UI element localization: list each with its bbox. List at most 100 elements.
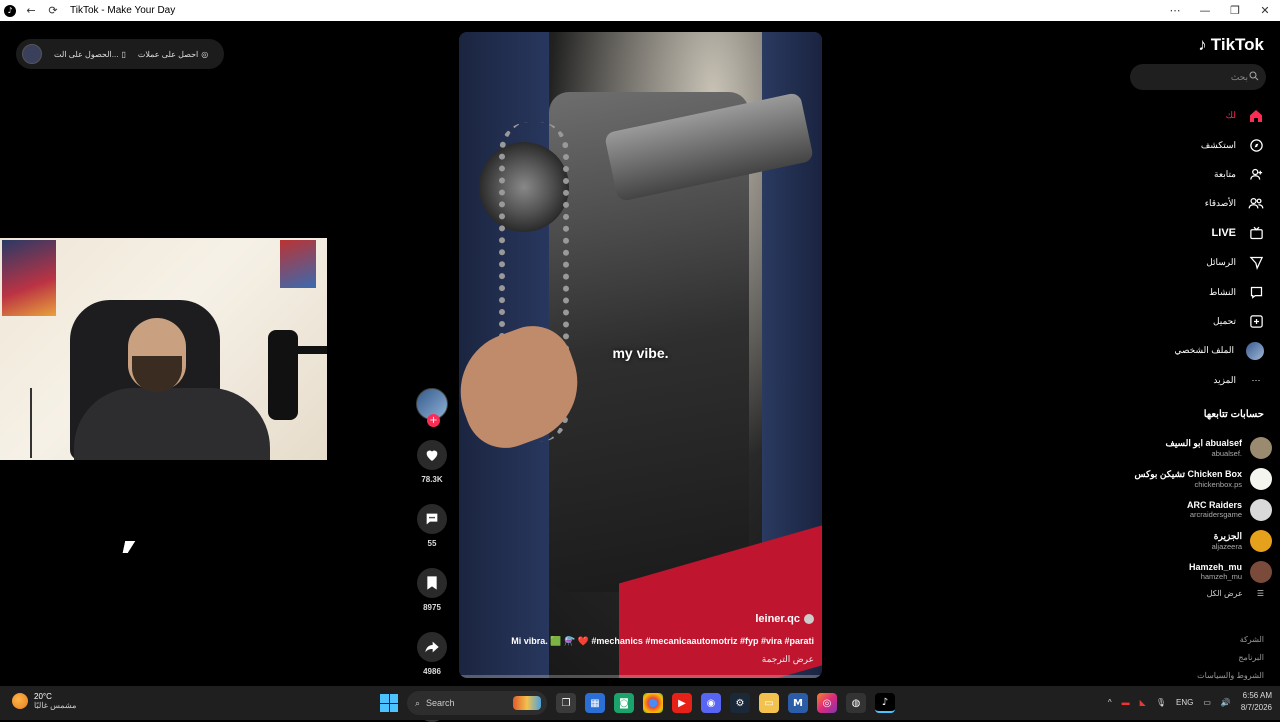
activity-icon (1248, 284, 1264, 300)
back-icon[interactable]: ← (24, 4, 38, 18)
language-indicator[interactable]: ENG (1176, 698, 1193, 707)
floor-lamp (30, 388, 32, 458)
share-action[interactable]: 4986 (414, 632, 450, 676)
author-avatar (804, 614, 814, 624)
search-box[interactable] (1130, 64, 1266, 90)
reload-icon[interactable]: ⟳ (46, 4, 60, 18)
system-clock[interactable]: 6:56 AM 8/7/2026 (1241, 690, 1272, 714)
comment-icon[interactable] (417, 504, 447, 534)
following-account[interactable]: Hamzeh_mu hamzeh_mu (1122, 556, 1272, 587)
obs-icon[interactable]: ◍ (846, 693, 866, 713)
weather-widget[interactable]: 20°C مشمس غالبًا (12, 692, 76, 710)
nav-for-you[interactable]: لك (1124, 101, 1264, 130)
nav-label: المزيد (1213, 374, 1236, 385)
task-view-icon[interactable]: ❐ (556, 693, 576, 713)
friends-icon (1248, 196, 1264, 212)
bookmark-icon[interactable] (417, 568, 447, 598)
nav-label: النشاط (1208, 286, 1236, 297)
discord-icon[interactable]: ◉ (701, 693, 721, 713)
weather-sun-icon (12, 693, 28, 709)
weather-desc: مشمس غالبًا (34, 701, 77, 710)
youtube-icon[interactable]: ▶ (672, 693, 692, 713)
nav-label: استكشف (1200, 139, 1236, 150)
following-account[interactable]: تشيكن بوكس Chicken Box chickenbox.ps (1122, 463, 1272, 494)
more-icon: ⋯ (1251, 374, 1261, 385)
windows-start-icon[interactable] (380, 694, 398, 712)
get-coins-button[interactable]: احصل على عملات ◎ (138, 50, 208, 59)
nav-friends[interactable]: الأصدقاء (1124, 189, 1264, 218)
like-action[interactable]: 78.3K (414, 440, 450, 484)
nav-explore[interactable]: استكشف (1124, 130, 1264, 159)
nav-more[interactable]: المزيد ⋯ (1124, 366, 1264, 395)
close-button[interactable]: ✕ (1250, 4, 1280, 17)
nav-label: الملف الشخصي (1174, 345, 1234, 356)
view-all-label: عرض الكل (1206, 589, 1243, 598)
list-icon: ☰ (1256, 589, 1264, 598)
footer-link-program[interactable]: البرنامج (1197, 649, 1264, 667)
whatsapp-icon[interactable]: ◙ (614, 693, 634, 713)
coin-icon: ◎ (201, 49, 209, 59)
account-username: abualsef. (1211, 448, 1242, 458)
volume-icon[interactable]: 🔊 (1221, 698, 1231, 707)
creator-avatar[interactable]: + (416, 388, 448, 427)
nav-messages[interactable]: الرسائل (1124, 248, 1264, 277)
following-title: حسابات تتابعها (1203, 409, 1264, 420)
instagram-icon[interactable]: ◎ (817, 693, 837, 713)
video-description[interactable]: Mi vibra. 🟩 ⚗️ ❤️ #mechanics #mecanicaau… (474, 636, 814, 647)
user-avatar[interactable] (22, 44, 42, 64)
follow-plus-icon[interactable]: + (427, 414, 440, 427)
game-poster (2, 240, 56, 316)
weather-temp: 20°C (34, 692, 52, 701)
nav-activity[interactable]: النشاط (1124, 277, 1264, 306)
account-username: chickenbox.ps (1194, 479, 1242, 489)
nav-upload[interactable]: تحميل (1124, 307, 1264, 336)
search-input[interactable] (1152, 72, 1248, 82)
tiktok-taskbar-icon[interactable]: ♪ (875, 693, 895, 713)
account-avatar (1250, 467, 1272, 490)
minimize-button[interactable]: — (1190, 4, 1220, 17)
footer-link-terms[interactable]: الشروط والسياسات (1197, 667, 1264, 685)
following-account[interactable]: ابو السيف abualsef abualsef. (1122, 432, 1272, 463)
meet-app-icon[interactable]: M (788, 693, 808, 713)
view-all-link[interactable]: عرض الكل ☰ (1207, 589, 1264, 598)
tray-app-icon[interactable]: ▬ (1122, 698, 1130, 707)
following-account[interactable]: ARC Raiders arcraidersgame (1122, 494, 1272, 525)
clock-time: 6:56 AM (1242, 691, 1272, 700)
see-translation-link[interactable]: عرض الترجمة (762, 654, 814, 665)
share-icon[interactable] (417, 632, 447, 662)
search-icon[interactable] (1248, 70, 1260, 84)
tray-expand-icon[interactable]: ^ (1108, 698, 1112, 707)
restore-button[interactable]: ❐ (1220, 4, 1250, 17)
tiktok-app-icon: ♪ (4, 4, 16, 17)
tray-app-icon[interactable]: ◣ (1140, 698, 1146, 707)
account-username: arcraidersgame (1189, 510, 1242, 519)
share-count: 4986 (423, 667, 441, 676)
nav-label: تحميل (1212, 315, 1236, 326)
video-author[interactable]: leiner.qc (755, 613, 814, 625)
save-action[interactable]: 8975 (414, 568, 450, 612)
heart-icon[interactable] (417, 440, 447, 470)
main-nav: لك استكشف متابعة الأصدقاء LIVE الرسائل ا… (1124, 101, 1264, 395)
taskbar-search[interactable]: ⌕ Search (407, 691, 547, 715)
store-icon[interactable]: ▦ (585, 693, 605, 713)
video-player[interactable]: my vibe. leiner.qc Mi vibra. 🟩 ⚗️ ❤️ #me… (459, 32, 822, 678)
tiktok-logo[interactable]: ♪ TikTok (1198, 35, 1264, 55)
compass-icon (1248, 137, 1264, 153)
comment-action[interactable]: 55 (414, 504, 450, 548)
steam-icon[interactable]: ⚙ (730, 693, 750, 713)
following-account[interactable]: الجزيرة aljazeera (1122, 525, 1272, 556)
upload-icon (1248, 313, 1264, 329)
nav-label: الأصدقاء (1204, 198, 1236, 209)
nav-profile[interactable]: الملف الشخصي (1124, 336, 1264, 365)
nav-live[interactable]: LIVE (1124, 219, 1264, 248)
video-progress-bar[interactable] (459, 675, 822, 678)
file-explorer-icon[interactable]: ▭ (759, 693, 779, 713)
network-icon[interactable]: ▭ (1203, 698, 1211, 707)
nav-following[interactable]: متابعة (1124, 160, 1264, 189)
account-name: الجزيرة (1213, 530, 1242, 541)
chrome-icon[interactable] (643, 693, 663, 713)
more-options-icon[interactable]: ⋯ (1160, 4, 1190, 17)
microphone-icon[interactable]: 🎙 (1156, 698, 1166, 707)
footer-link-company[interactable]: الشركة (1197, 631, 1264, 649)
get-app-button[interactable]: الحصول على الت... ▯ (54, 50, 126, 59)
